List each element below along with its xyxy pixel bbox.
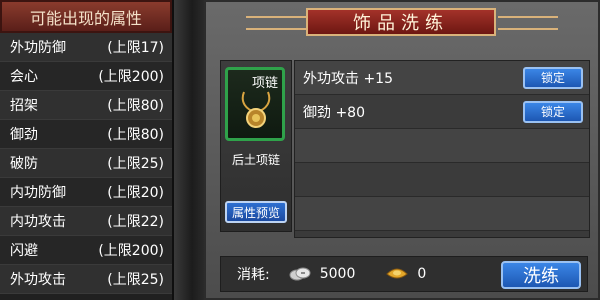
attribute-name: 破防 (10, 156, 38, 172)
attribute-row: 外功防御 (上限17) (0, 33, 172, 62)
attribute-limit: (上限22) (107, 214, 164, 230)
silver-amount: 5000 (319, 266, 356, 282)
attribute-row: 内功防御 (上限20) (0, 178, 172, 207)
attribute-row: 破防 (上限25) (0, 149, 172, 178)
stat-text: 外功攻击 +15 (303, 70, 393, 87)
dialog-title: 饰品洗练 (306, 8, 496, 36)
attribute-name: 闪避 (10, 243, 38, 259)
cost-label: 消耗: (237, 267, 270, 283)
possible-attributes-panel: 可能出现的属性 外功防御 (上限17) 会心 (上限200) 招架 (上限80)… (0, 0, 174, 300)
item-card: 项链 后土项链 属性预览 (220, 60, 292, 232)
attribute-name: 外功攻击 (10, 272, 66, 288)
attribute-row: 招架 (上限80) (0, 91, 172, 120)
title-ornament-left (246, 16, 306, 30)
attribute-limit: (上限20) (107, 185, 164, 201)
stat-row: 外功攻击 +15 锁定 (295, 61, 589, 95)
attribute-row: 内功攻击 (上限22) (0, 207, 172, 236)
lock-button[interactable]: 锁定 (523, 66, 583, 89)
cost-bar: 消耗: 5000 0 洗练 (220, 256, 588, 292)
possible-attributes-title: 可能出现的属性 (0, 0, 172, 33)
attribute-name: 内功攻击 (10, 214, 66, 230)
attribute-limit: (上限25) (107, 156, 164, 172)
attribute-limit: (上限25) (107, 272, 164, 288)
necklace-icon (241, 91, 271, 128)
attribute-limit: (上限80) (107, 127, 164, 143)
stat-row-empty (295, 129, 589, 163)
gold-amount: 0 (417, 266, 427, 282)
attribute-row: 外功攻击 (上限25) (0, 265, 172, 294)
attribute-limit: (上限80) (107, 98, 164, 114)
attribute-name: 内功防御 (10, 185, 66, 201)
attribute-limit: (上限17) (107, 40, 164, 56)
attribute-name: 外功防御 (10, 40, 66, 56)
item-slot[interactable]: 项链 (225, 67, 285, 141)
stat-row: 御劲 +80 锁定 (295, 95, 589, 129)
attribute-name: 御劲 (10, 127, 38, 143)
attribute-list: 外功防御 (上限17) 会心 (上限200) 招架 (上限80) 御劲 (上限8… (0, 33, 172, 300)
refine-button[interactable]: 洗练 (501, 261, 581, 289)
attribute-limit: (上限200) (98, 243, 164, 259)
attribute-row: 御劲 (上限80) (0, 120, 172, 149)
attribute-name: 招架 (10, 98, 38, 114)
attribute-name: 会心 (10, 69, 38, 85)
item-name: 后土项链 (231, 153, 280, 167)
gold-ingot-icon (386, 268, 409, 279)
attribute-row: 闪避 (上限200) (0, 236, 172, 265)
attribute-limit: (上限200) (98, 69, 164, 85)
background-strip (174, 0, 204, 300)
attribute-row: 会心 (上限200) (0, 62, 172, 91)
refine-stats-panel: 外功攻击 +15 锁定 御劲 +80 锁定 (294, 60, 590, 238)
stat-row-empty (295, 163, 589, 197)
stat-text: 御劲 +80 (303, 104, 365, 121)
title-ornament-right (498, 16, 558, 30)
stat-row-empty (295, 197, 589, 231)
lock-button[interactable]: 锁定 (523, 100, 583, 123)
silver-coins-icon (289, 267, 311, 281)
attribute-preview-button[interactable]: 属性预览 (225, 201, 287, 223)
accessory-refine-dialog: 饰品洗练 项链 后土项链 属性预览 外功攻击 +15 锁定 御劲 +80 锁定 … (204, 0, 600, 300)
